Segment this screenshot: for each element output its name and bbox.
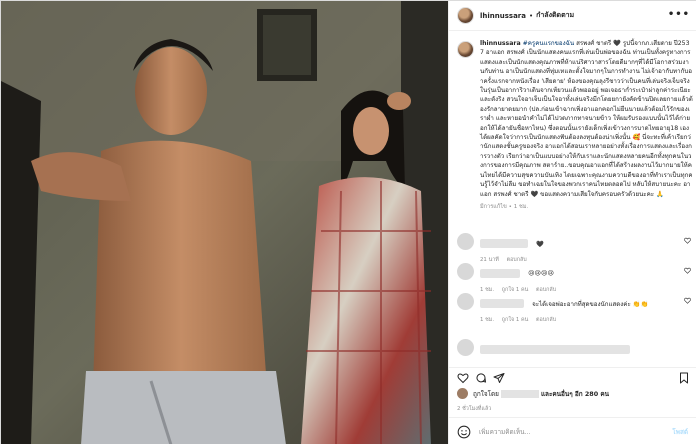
post-header: lhinnussara • กำลังติดตาม ••• [449,1,696,31]
comment-item: 🖤 21 นาที ตอบกลับ [457,233,693,263]
commenter-name-redacted [480,239,528,248]
comment-redacted [480,345,630,354]
share-send-icon[interactable] [493,372,505,384]
post-photo[interactable] [1,1,448,444]
comment-text: จะได้เจอพ่อะอากที่สุดของนักแสดงค่ะ 👏👏 [532,300,649,308]
caption-text: สรพงศ์ ชาตรี 🖤 รูปนี้จากภ.เสียดาย ปี2537… [480,40,693,198]
following-button[interactable]: กำลังติดตาม [536,10,574,21]
caption-hashtag[interactable]: #ครูคนแรกของฉัน [523,40,575,47]
author-avatar[interactable] [457,7,474,24]
comment-item: จะได้เจอพ่อะอากที่สุดของนักแสดงค่ะ 👏👏 1 … [457,293,693,339]
commenter-avatar[interactable] [457,339,474,356]
save-bookmark-icon[interactable] [678,372,690,384]
comment-time: 1 ชม. [480,317,495,323]
like-heart-icon[interactable] [457,372,469,384]
add-comment-bar: เพิ่มความคิดเห็น... โพสต์ [449,417,696,444]
caption-body: lhinnussara #ครูคนแรกของฉัน สรพงศ์ ชาตรี… [480,39,693,212]
liker-avatar [457,388,468,399]
post-sidebar: lhinnussara • กำลังติดตาม ••• lhinnussar… [448,1,696,444]
commenter-name-redacted [480,299,524,308]
comment-list: 🖤 21 นาที ตอบกลับ 😢😢😢😢 1 ชม. ถูกใจ 1 คน [457,233,693,359]
separator-dot: • [528,11,534,20]
commenter-avatar[interactable] [457,293,474,310]
likes-count: และคนอื่นๆ อีก 280 คน [540,389,610,398]
liker-name-redacted [500,389,539,398]
caption-avatar[interactable] [457,41,474,58]
commenter-name-redacted [480,269,520,278]
likes-prefix: ถูกใจโดย [473,389,499,398]
comment-text: 🖤 [536,240,544,248]
comment-bubble-icon[interactable] [475,372,487,384]
commenter-avatar[interactable] [457,233,474,250]
comment-like-icon[interactable] [684,237,691,244]
author-username[interactable]: lhinnussara [480,12,526,20]
caption: lhinnussara #ครูคนแรกของฉัน สรพงศ์ ชาตรี… [457,39,693,212]
action-bar [449,367,696,389]
comment-likes[interactable]: ถูกใจ 1 คน [502,317,528,323]
post-date: 2 ชั่วโมงที่แล้ว [457,406,492,412]
likes-summary[interactable]: ถูกใจโดย และคนอื่นๆ อีก 280 คน [457,388,609,399]
more-options-icon[interactable]: ••• [668,10,690,20]
comment-item-redacted [457,339,693,359]
caption-username[interactable]: lhinnussara [480,40,521,47]
comment-like-icon[interactable] [684,267,691,274]
comment-item: 😢😢😢😢 1 ชม. ถูกใจ 1 คน ตอบกลับ [457,263,693,293]
comment-reply-button[interactable]: ตอบกลับ [536,317,556,323]
caption-timestamp: มีการแก้ไข • 1 ชม. [480,203,529,210]
comment-meta: 1 ชม. ถูกใจ 1 คน ตอบกลับ [480,316,648,324]
movie-still-image [1,1,448,444]
post-comment-button[interactable]: โพสต์ [672,427,688,437]
emoji-icon[interactable] [457,425,471,439]
commenter-avatar[interactable] [457,263,474,280]
comment-like-icon[interactable] [684,297,691,304]
instagram-post: lhinnussara • กำลังติดตาม ••• lhinnussar… [0,0,696,444]
add-comment-input[interactable]: เพิ่มความคิดเห็น... [479,427,531,437]
comment-text: 😢😢😢😢 [528,270,554,277]
